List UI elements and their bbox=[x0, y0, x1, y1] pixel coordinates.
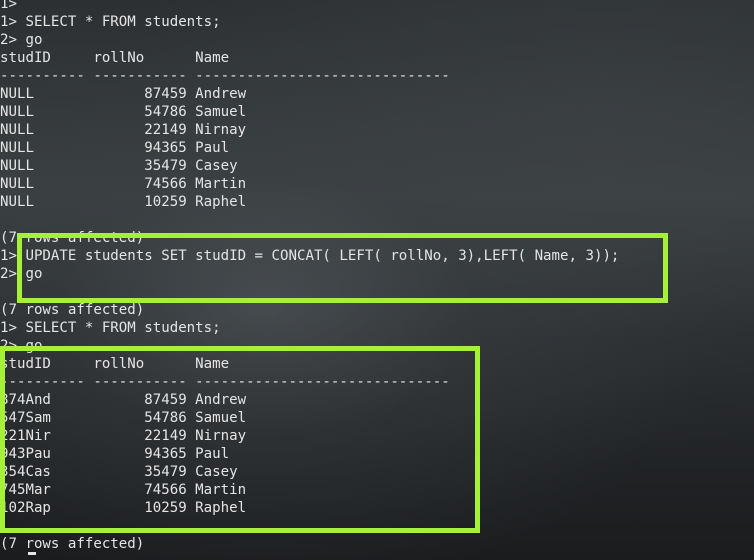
terminal-line: NULL 87459 Andrew bbox=[0, 86, 247, 102]
terminal-line: NULL 35479 Casey bbox=[0, 158, 238, 174]
terminal-line: studID rollNo Name bbox=[0, 356, 230, 372]
terminal-line: 1> SELECT * FROM students; bbox=[0, 320, 221, 336]
terminal-line: 354Cas 35479 Casey bbox=[0, 464, 238, 480]
terminal-line: 2> go bbox=[0, 32, 43, 48]
terminal-line: 1> bbox=[0, 0, 17, 12]
terminal-line: NULL 74566 Martin bbox=[0, 176, 247, 192]
terminal-line: NULL 54786 Samuel bbox=[0, 104, 247, 120]
terminal-line: 943Pau 94365 Paul bbox=[0, 446, 230, 462]
terminal-line: 547Sam 54786 Samuel bbox=[0, 410, 247, 426]
terminal-line: 2> go bbox=[0, 338, 43, 354]
terminal-line: studID rollNo Name bbox=[0, 50, 230, 66]
terminal-line: 102Rap 10259 Raphel bbox=[0, 500, 247, 516]
terminal-line: (7 rows affected) bbox=[0, 230, 145, 246]
terminal-line: NULL 10259 Raphel bbox=[0, 194, 247, 210]
terminal-line: 1> UPDATE students SET studID = CONCAT( … bbox=[0, 248, 620, 264]
terminal-line: 2> go bbox=[0, 266, 43, 282]
terminal-line: (7 rows affected) bbox=[0, 302, 145, 318]
terminal-line: 745Mar 74566 Martin bbox=[0, 482, 247, 498]
terminal-line: 221Nir 22149 Nirnay bbox=[0, 428, 247, 444]
terminal-line: ---------- ----------- -----------------… bbox=[0, 374, 450, 390]
terminal-line: 1> SELECT * FROM students; bbox=[0, 14, 221, 30]
terminal-output[interactable]: 1> 1> SELECT * FROM students; 2> go stud… bbox=[0, 0, 754, 560]
terminal-line: NULL 94365 Paul bbox=[0, 140, 230, 156]
terminal-line: NULL 22149 Nirnay bbox=[0, 122, 247, 138]
terminal-cursor bbox=[28, 552, 36, 555]
terminal-line: ---------- ----------- -----------------… bbox=[0, 68, 450, 84]
terminal-line: (7 rows affected) bbox=[0, 536, 145, 552]
terminal-line: 874And 87459 Andrew bbox=[0, 392, 247, 408]
